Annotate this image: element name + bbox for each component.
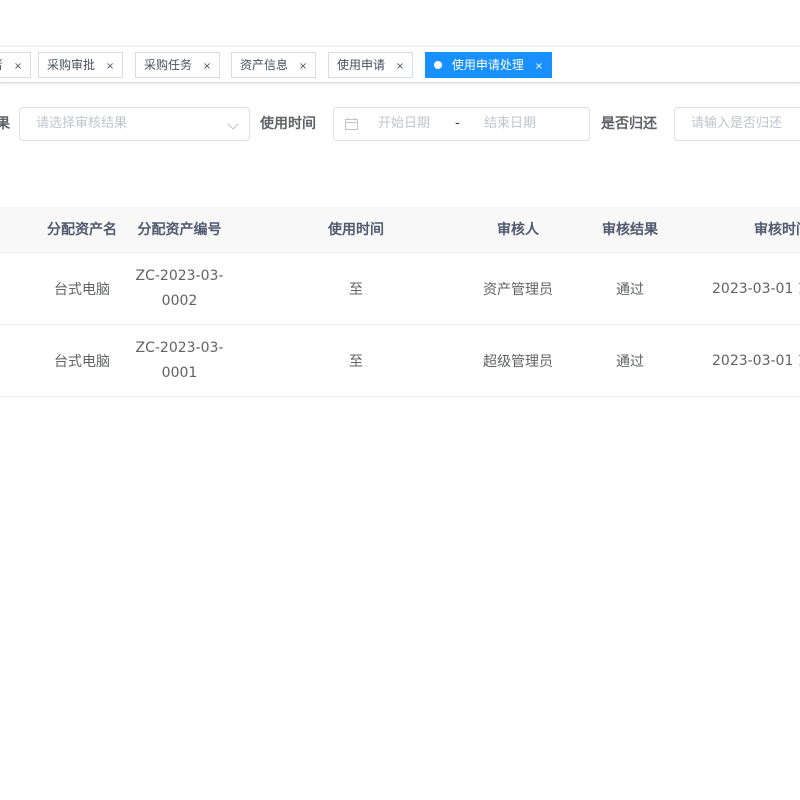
tag-use-application[interactable]: 使用申请 × (328, 52, 414, 79)
cell-asset-name: 台式电脑 (54, 354, 110, 370)
tag-partial[interactable]: 者 × (0, 52, 32, 79)
tag-label: 者 (0, 58, 3, 72)
tag-label: 采购审批 (47, 58, 96, 72)
tag-label: 使用申请 (337, 58, 386, 72)
table-header: 分配资产名 分配资产编号 使用时间 审核人 审核结果 审核时间 (0, 207, 800, 253)
end-date-input[interactable]: 结束日期 (484, 108, 536, 140)
col-audit-time: 审核时间 (754, 222, 800, 238)
tag-purchase-task[interactable]: 采购任务 × (135, 52, 221, 79)
cell-audit-time: 2023-03-01 1 (712, 281, 800, 297)
col-asset-code: 分配资产编号 (137, 222, 222, 238)
use-time-label: 使用时间 (260, 116, 316, 132)
close-icon[interactable]: × (299, 55, 307, 79)
table-row: 台式电脑 ZC-2023-03-0001 至 超级管理员 通过 2023-03-… (0, 325, 800, 397)
cell-audit-result: 通过 (616, 354, 644, 370)
tag-label: 使用申请处理 (451, 58, 524, 72)
cell-audit-result: 通过 (616, 282, 644, 298)
tags-view-bar: 者 × 采购审批 × 采购任务 × 资产信息 × 使用申请 × 使用申请处理 × (0, 46, 800, 83)
cell-use-time: 至 (349, 354, 363, 370)
cell-auditor: 资产管理员 (483, 282, 553, 298)
date-range-separator: - (455, 116, 460, 131)
active-dot-icon (434, 61, 442, 69)
tag-purchase-approval[interactable]: 采购审批 × (38, 52, 124, 79)
col-auditor: 审核人 (497, 222, 539, 238)
col-use-time: 使用时间 (328, 222, 384, 238)
tag-use-application-handling[interactable]: 使用申请处理 × (425, 52, 553, 79)
cell-asset-name: 台式电脑 (54, 282, 110, 298)
use-time-range-picker[interactable]: 开始日期 - 结束日期 (333, 107, 590, 141)
col-audit-result: 审核结果 (602, 222, 658, 238)
audit-result-label: 果 (0, 116, 10, 132)
is-returned-placeholder: 请输入是否归还 (691, 116, 783, 131)
close-icon[interactable]: × (535, 55, 543, 79)
cell-asset-code: ZC-2023-03-0002 (135, 268, 224, 309)
start-date-input[interactable]: 开始日期 (378, 108, 430, 140)
calendar-icon (345, 118, 358, 130)
audit-result-select[interactable]: 请选择审核结果 (19, 107, 250, 141)
close-icon[interactable]: × (14, 55, 22, 79)
page: 者 × 采购审批 × 采购任务 × 资产信息 × 使用申请 × 使用申请处理 ×… (0, 0, 800, 800)
col-asset-name: 分配资产名 (47, 222, 117, 238)
cell-asset-code: ZC-2023-03-0001 (135, 340, 224, 381)
tag-label: 采购任务 (144, 58, 193, 72)
chevron-down-icon (227, 118, 239, 130)
audit-result-placeholder: 请选择审核结果 (36, 116, 128, 131)
tag-label: 资产信息 (240, 58, 289, 72)
is-returned-label: 是否归还 (601, 116, 657, 132)
is-returned-input[interactable]: 请输入是否归还 (674, 107, 800, 141)
application-table: 分配资产名 分配资产编号 使用时间 审核人 审核结果 审核时间 台式电脑 ZC-… (0, 207, 800, 397)
tag-asset-info[interactable]: 资产信息 × (231, 52, 317, 79)
close-icon[interactable]: × (106, 55, 114, 79)
cell-auditor: 超级管理员 (483, 354, 553, 370)
table-row: 台式电脑 ZC-2023-03-0002 至 资产管理员 通过 2023-03-… (0, 253, 800, 325)
cell-audit-time: 2023-03-01 1 (712, 353, 800, 369)
close-icon[interactable]: × (396, 55, 404, 79)
close-icon[interactable]: × (203, 55, 211, 79)
cell-use-time: 至 (349, 282, 363, 298)
